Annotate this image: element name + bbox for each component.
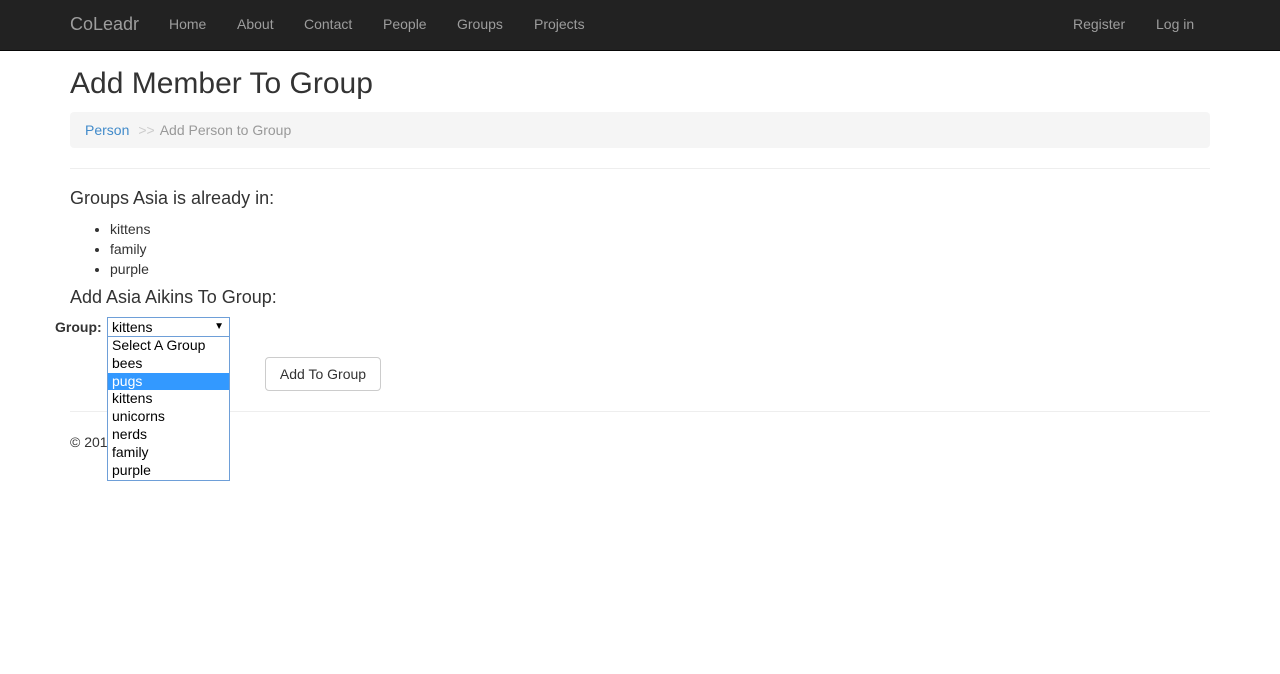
option-select-a-group[interactable]: Select A Group xyxy=(108,337,229,355)
navbar: CoLeadr Home About Contact People Groups… xyxy=(0,0,1280,51)
nav-home[interactable]: Home xyxy=(169,16,206,32)
option-kittens[interactable]: kittens xyxy=(108,390,229,408)
nav-groups[interactable]: Groups xyxy=(457,16,503,32)
add-to-group-heading: Add Asia Aikins To Group: xyxy=(70,287,277,307)
option-unicorns[interactable]: unicorns xyxy=(108,408,229,426)
nav-login[interactable]: Log in xyxy=(1156,16,1194,32)
option-family[interactable]: family xyxy=(108,444,229,462)
option-nerds[interactable]: nerds xyxy=(108,426,229,444)
existing-groups-list: kittens family purple xyxy=(70,219,150,279)
group-label: Group: xyxy=(55,319,102,335)
brand-link[interactable]: CoLeadr xyxy=(70,14,139,35)
nav-contact[interactable]: Contact xyxy=(304,16,352,32)
breadcrumb: Person >> Add Person to Group xyxy=(70,112,1210,148)
group-select-value: kittens xyxy=(112,319,153,335)
option-bees[interactable]: bees xyxy=(108,355,229,373)
nav-about[interactable]: About xyxy=(237,16,274,32)
nav-projects[interactable]: Projects xyxy=(534,16,585,32)
breadcrumb-current: Add Person to Group xyxy=(159,122,292,138)
breadcrumb-separator: >> xyxy=(138,122,155,138)
list-item: kittens xyxy=(110,219,150,239)
option-purple[interactable]: purple xyxy=(108,462,229,480)
footer-copyright: © 201 xyxy=(70,434,108,450)
breadcrumb-person-link[interactable]: Person xyxy=(85,122,129,138)
existing-groups-heading: Groups Asia is already in: xyxy=(70,188,275,208)
option-pugs[interactable]: pugs xyxy=(108,372,229,391)
list-item: family xyxy=(110,239,150,259)
footer-divider xyxy=(70,411,1210,412)
nav-register[interactable]: Register xyxy=(1073,16,1125,32)
page-title: Add Member To Group xyxy=(70,67,373,100)
list-item: purple xyxy=(110,259,150,279)
group-select[interactable]: kittens ▼ xyxy=(107,317,230,337)
add-to-group-button[interactable]: Add To Group xyxy=(265,357,381,391)
divider xyxy=(70,168,1210,169)
dropdown-arrow-icon: ▼ xyxy=(214,321,224,332)
nav-people[interactable]: People xyxy=(383,16,427,32)
group-dropdown-list[interactable]: Select A Group bees pugs kittens unicorn… xyxy=(107,337,230,481)
